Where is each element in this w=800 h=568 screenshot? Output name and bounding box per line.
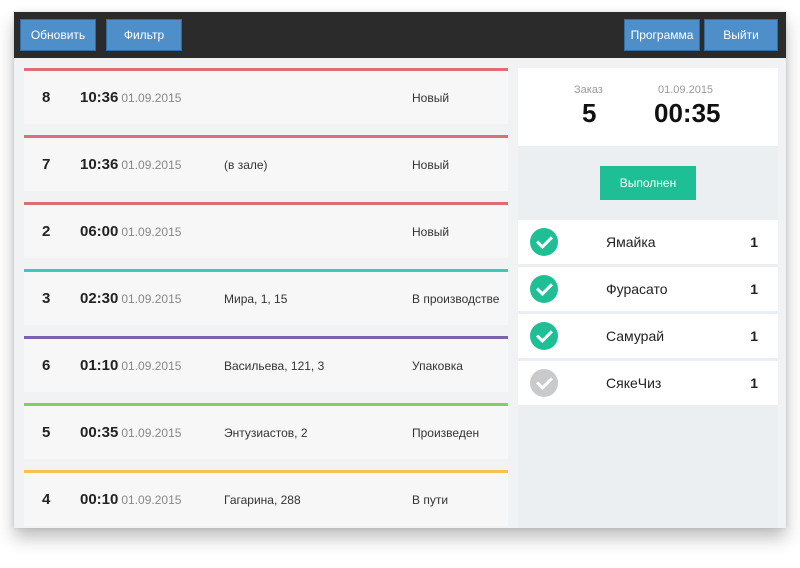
order-number: 7 [42,156,51,173]
order-date: 01.09.2015 [121,358,182,373]
order-date: 01.09.2015 [121,291,182,306]
order-summary: Заказ 01.09.2015 5 00:35 [518,68,778,146]
check-icon[interactable] [530,228,558,256]
order-clock: 00:10 [80,491,119,508]
order-date: 01.09.2015 [121,425,182,440]
order-date: 01.09.2015 [121,492,182,507]
order-clock: 01:10 [80,357,119,374]
order-time: 10:36 01.09.2015 [80,138,181,191]
order-clock: 06:00 [80,223,119,240]
order-status: Новый [412,90,450,105]
item-name: Ямайка [606,234,656,250]
order-address: Васильева, 121, 3 [224,358,325,373]
item-name: Фурасато [606,281,668,297]
exit-button[interactable]: Выйти [704,19,778,51]
order-row[interactable]: 3 02:30 01.09.2015 Мира, 1, 15 В производ… [24,269,508,325]
item-name: СякеЧиз [606,375,662,391]
order-status: Новый [412,224,450,239]
order-number: 3 [42,290,51,307]
item-name: Самурай [606,328,665,344]
order-row[interactable]: 4 00:10 01.09.2015 Гагарина, 288 В пути [24,470,508,526]
order-clock: 00:35 [80,424,119,441]
order-number: 4 [42,491,51,508]
order-number: 5 [42,424,51,441]
order-date: 01.09.2015 [121,224,182,239]
order-status: Произведен [412,425,480,440]
order-item[interactable]: Ямайка 1 [518,220,778,264]
item-qty: 1 [750,328,758,344]
order-item[interactable]: Фурасато 1 [518,267,778,311]
order-status: Новый [412,157,450,172]
order-address: Гагарина, 288 [224,492,301,507]
order-time: 10:36 01.09.2015 [80,71,181,124]
order-status: В пути [412,492,449,507]
order-row[interactable]: 7 10:36 01.09.2015 (в зале) Новый [24,135,508,191]
refresh-button[interactable]: Обновить [20,19,96,51]
order-time: 01:10 01.09.2015 [80,339,181,392]
item-qty: 1 [750,234,758,250]
order-date: 01.09.2015 [121,157,182,172]
order-time: 00:35 01.09.2015 [80,406,181,459]
order-number: 8 [42,89,51,106]
order-row[interactable]: 6 01:10 01.09.2015 Васильева, 121, 3 Упак… [24,336,508,392]
order-status: Упаковка [412,358,463,373]
order-number-value: 5 [582,98,597,128]
order-time: 02:30 01.09.2015 [80,272,181,325]
item-qty: 1 [750,375,758,391]
order-detail-panel: Заказ 01.09.2015 5 00:35 Выполнен Ямайка… [518,68,778,528]
order-row[interactable]: 2 06:00 01.09.2015 Новый [24,202,508,258]
order-row[interactable]: 5 00:35 01.09.2015 Энтузиастов, 2 Произве… [24,403,508,459]
order-status: В производстве [412,291,500,306]
program-button[interactable]: Программа [624,19,700,51]
order-label: Заказ [574,84,603,96]
order-clock: 10:36 [80,89,119,106]
orders-list: 8 10:36 01.09.2015 Новый 7 10:36 01.09.201… [24,68,508,528]
order-number: 2 [42,223,51,240]
order-row[interactable]: 8 10:36 01.09.2015 Новый [24,68,508,124]
order-clock: 02:30 [80,290,119,307]
item-qty: 1 [750,281,758,297]
check-icon[interactable] [530,369,558,397]
done-button[interactable]: Выполнен [600,166,696,200]
order-date-label: 01.09.2015 [658,84,714,96]
order-address: Мира, 1, 15 [224,291,288,306]
order-date: 01.09.2015 [121,90,182,105]
order-address: Энтузиастов, 2 [224,425,308,440]
order-item[interactable]: СякеЧиз 1 [518,361,778,405]
order-address: (в зале) [224,157,268,172]
order-time-value: 00:35 [654,98,721,128]
check-icon[interactable] [530,322,558,350]
order-item[interactable]: Самурай 1 [518,314,778,358]
app-window: Обновить Фильтр Программа Выйти 8 10:36 0… [14,12,786,528]
order-time: 06:00 01.09.2015 [80,205,181,258]
filter-button[interactable]: Фильтр [106,19,182,51]
order-number: 6 [42,357,51,374]
toolbar: Обновить Фильтр Программа Выйти [14,12,786,58]
check-icon[interactable] [530,275,558,303]
order-time: 00:10 01.09.2015 [80,473,181,526]
order-clock: 10:36 [80,156,119,173]
